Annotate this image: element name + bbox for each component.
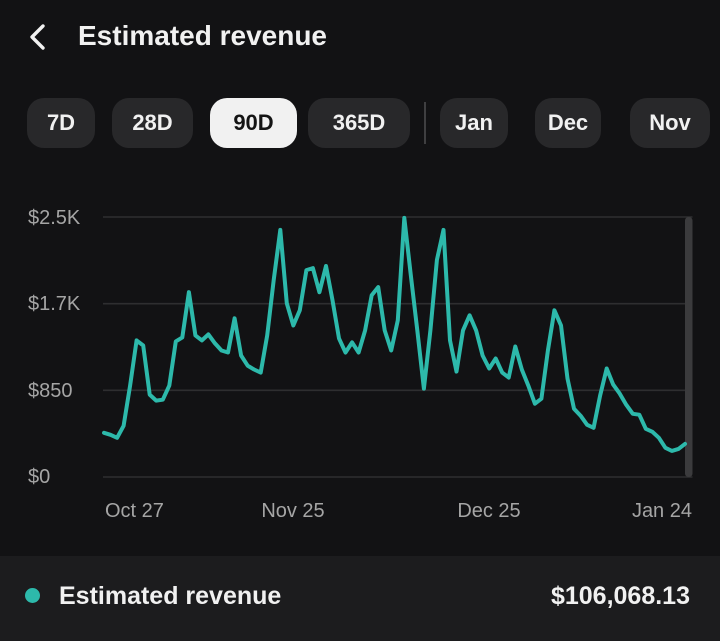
month-pill-dec[interactable]: Dec: [535, 98, 601, 148]
x-axis-tick-oct27: Oct 27: [105, 500, 164, 522]
y-axis-tick-850: $850: [28, 380, 73, 402]
range-pill-7d[interactable]: 7D: [27, 98, 95, 148]
x-axis-tick-jan24: Jan 24: [631, 500, 692, 522]
range-pill-28d[interactable]: 28D: [112, 98, 193, 148]
y-axis-tick-0: $0: [28, 466, 51, 488]
back-button[interactable]: [22, 20, 56, 54]
chevron-left-icon: [30, 24, 45, 50]
x-axis-tick-dec25: Dec 25: [457, 500, 521, 522]
revenue-series-line: [102, 215, 687, 453]
chart-scrubber-handle[interactable]: [685, 217, 693, 477]
legend-dot: [25, 588, 40, 603]
month-pill-jan[interactable]: Jan: [440, 98, 508, 148]
page-title: Estimated revenue: [78, 20, 327, 51]
range-pill-365d[interactable]: 365D: [308, 98, 410, 148]
x-axis-tick-nov25: Nov 25: [261, 500, 325, 522]
y-axis-tick-2500: $2.5K: [28, 207, 81, 229]
pill-group-divider: [424, 102, 426, 144]
y-axis-tick-1700: $1.7K: [28, 293, 81, 315]
legend-total-value: $106,068.13: [550, 582, 690, 610]
range-pill-90d[interactable]: 90D: [210, 98, 297, 148]
revenue-line-chart[interactable]: [0, 0, 720, 641]
legend-label: Estimated revenue: [59, 582, 282, 610]
month-pill-nov[interactable]: Nov: [630, 98, 710, 148]
